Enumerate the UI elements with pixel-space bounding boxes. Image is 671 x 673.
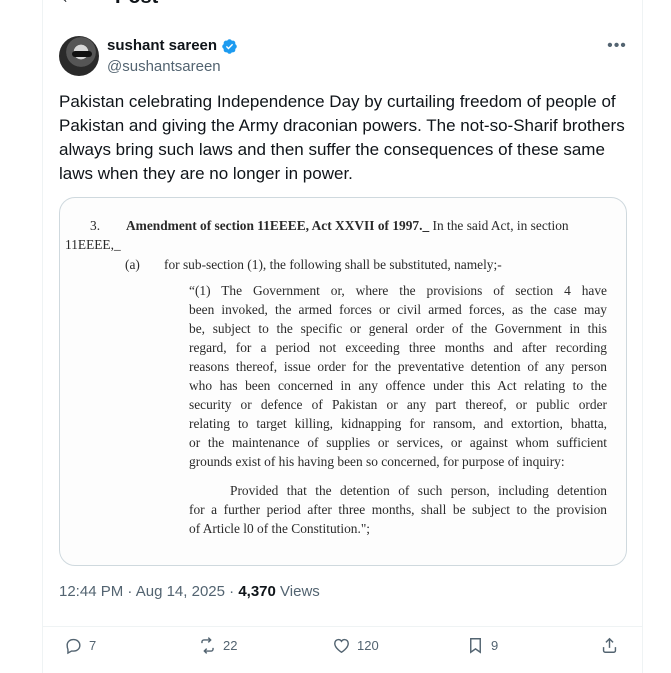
subsection-text: for sub-section (1), the following shall… bbox=[164, 257, 502, 272]
more-icon[interactable]: ••• bbox=[605, 36, 629, 56]
proviso-line: Provided that the detention of such pers… bbox=[230, 483, 607, 498]
author-name[interactable]: sushant sareen bbox=[107, 37, 217, 55]
meta-separator: · bbox=[123, 583, 136, 600]
author-handle[interactable]: @sushantsareen bbox=[107, 58, 221, 76]
section-heading-tail: In the said Act, in section bbox=[429, 218, 569, 233]
quote-line: security or defence of Pakistan or any p… bbox=[189, 397, 607, 412]
section-heading-cont: 11EEEE,_ bbox=[65, 237, 121, 252]
share-button[interactable] bbox=[600, 635, 625, 655]
section-heading: Amendment of section 11EEEE, Act XXVII o… bbox=[126, 216, 569, 235]
views-count: 4,370 bbox=[238, 583, 276, 600]
back-arrow-icon[interactable]: ← bbox=[59, 0, 79, 8]
quote-line: “(1) The Government or, where the provis… bbox=[189, 283, 607, 298]
views-label: Views bbox=[275, 583, 320, 600]
bookmark-count: 9 bbox=[491, 637, 499, 653]
tweet-image[interactable]: 3. Amendment of section 11EEEE, Act XXVI… bbox=[59, 197, 627, 566]
like-count: 120 bbox=[357, 637, 379, 653]
like-icon bbox=[334, 638, 349, 653]
subsection-label: (a) bbox=[125, 257, 140, 272]
quote-line: be, subject to the specific or general o… bbox=[189, 321, 607, 336]
post-time[interactable]: 12:44 PM bbox=[59, 583, 123, 600]
post-meta: 12:44 PM · Aug 14, 2025 · 4,370 Views bbox=[59, 582, 320, 602]
repost-button[interactable]: 22 bbox=[198, 635, 237, 655]
reply-icon bbox=[66, 638, 81, 654]
bookmark-icon bbox=[470, 637, 481, 654]
share-icon bbox=[602, 637, 617, 653]
proviso-line: of Article l0 of the Constitution."; bbox=[189, 521, 371, 536]
meta-separator: · bbox=[224, 583, 239, 600]
section-number: 3. bbox=[90, 218, 101, 233]
document-scan: 3. Amendment of section 11EEEE, Act XXVI… bbox=[60, 198, 626, 565]
top-bar: ← Post bbox=[43, 0, 642, 8]
repost-icon bbox=[201, 636, 214, 654]
quote-line: grounds exist of his having been so conc… bbox=[189, 454, 565, 469]
post-column: ← Post sushant sareen @sushantsareen •••… bbox=[42, 0, 643, 673]
repost-count: 22 bbox=[223, 637, 238, 653]
quote-line: relating to target killing, kidnapping f… bbox=[189, 416, 607, 431]
tweet-text: Pakistan celebrating Independence Day by… bbox=[59, 92, 625, 183]
section-heading-bold: Amendment of section 11EEEE, Act XXVII o… bbox=[126, 218, 430, 233]
reply-count: 7 bbox=[89, 637, 97, 653]
bookmark-button[interactable]: 9 bbox=[466, 635, 498, 655]
reply-button[interactable]: 7 bbox=[64, 635, 96, 655]
quote-line: regard, for a period not exceeding three… bbox=[189, 340, 607, 355]
quote-line: who has been concerned in any offence un… bbox=[189, 378, 607, 393]
post-date[interactable]: Aug 14, 2025 bbox=[136, 583, 225, 600]
verified-icon bbox=[222, 39, 237, 54]
like-button[interactable]: 120 bbox=[332, 635, 379, 655]
page-title: Post bbox=[115, 0, 158, 8]
quote-line: reasons thereof, issue order for the pre… bbox=[189, 359, 607, 374]
quote-line: been invoked, the armed forces or civil … bbox=[189, 302, 607, 317]
action-bar: 7 22 120 9 bbox=[43, 626, 642, 663]
quote-line: or the maintenance of supplies or servic… bbox=[189, 435, 607, 450]
proviso-line: for a further period after three months,… bbox=[189, 502, 607, 517]
avatar[interactable] bbox=[59, 36, 99, 76]
